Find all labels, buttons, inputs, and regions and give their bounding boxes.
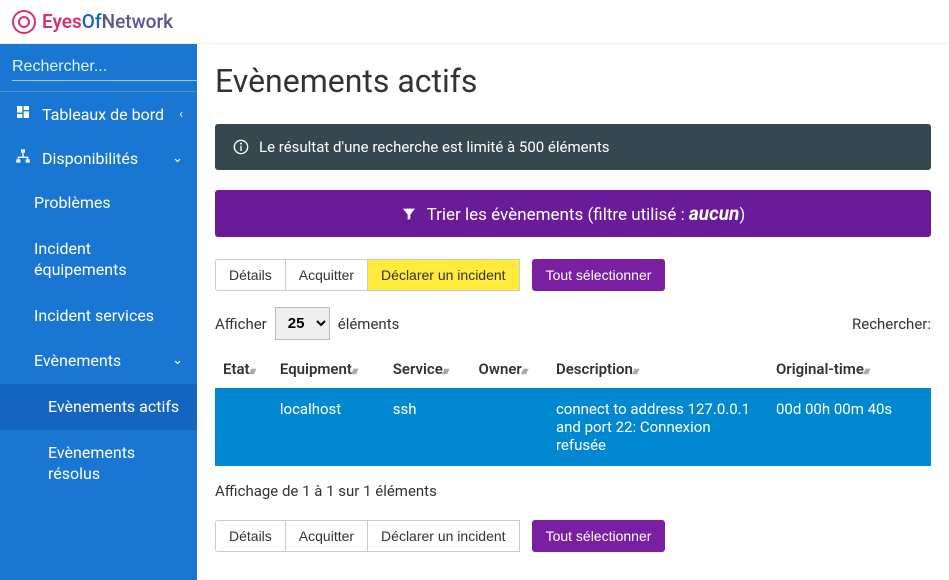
select-all-button[interactable]: Tout sélectionner bbox=[532, 520, 666, 552]
eye-icon bbox=[12, 10, 36, 34]
show-entries: Afficher 25 éléments bbox=[215, 307, 399, 340]
table-controls: Afficher 25 éléments Rechercher: bbox=[215, 307, 931, 340]
ack-button[interactable]: Acquitter bbox=[286, 520, 368, 552]
action-buttons-bottom: Détails Acquitter Déclarer un incident T… bbox=[215, 520, 931, 552]
action-buttons-top: Détails Acquitter Déclarer un incident T… bbox=[215, 259, 931, 291]
cell-equipment: localhost bbox=[272, 388, 385, 466]
sidebar-item-events[interactable]: Evènements ⌄ bbox=[0, 338, 197, 384]
cell-service: ssh bbox=[385, 388, 471, 466]
sidebar-item-resolved-events[interactable]: Evènements résolus bbox=[0, 430, 197, 497]
sidebar-item-incident-equip[interactable]: Incident équipements bbox=[0, 226, 197, 293]
details-button[interactable]: Détails bbox=[215, 259, 286, 291]
info-icon bbox=[233, 139, 249, 155]
show-suffix: éléments bbox=[338, 315, 400, 333]
sidebar-item-availability[interactable]: Disponibilités ⌄ bbox=[0, 136, 197, 180]
sitemap-icon bbox=[14, 148, 32, 168]
chevron-down-icon: ⌄ bbox=[172, 352, 183, 370]
main-content: Evènements actifs Le résultat d'une rech… bbox=[197, 44, 949, 580]
ack-button[interactable]: Acquitter bbox=[286, 259, 368, 291]
app-header: EyesOfNetwork bbox=[0, 0, 949, 44]
select-all-button[interactable]: Tout sélectionner bbox=[532, 259, 666, 291]
sidebar-search bbox=[0, 44, 197, 92]
chevron-down-icon: ⌄ bbox=[172, 151, 183, 166]
search-input[interactable] bbox=[12, 54, 197, 81]
sidebar-item-label: Evènements bbox=[34, 350, 121, 372]
details-button[interactable]: Détails bbox=[215, 520, 286, 552]
declare-incident-button[interactable]: Déclarer un incident bbox=[368, 259, 520, 291]
col-etat[interactable]: Etat bbox=[215, 350, 272, 388]
sidebar-item-label: Tableaux de bord bbox=[42, 105, 164, 124]
sidebar-item-incident-services[interactable]: Incident services bbox=[0, 293, 197, 339]
events-table: Etat Equipment Service Owner Description… bbox=[215, 350, 931, 466]
table-info: Affichage de 1 à 1 sur 1 éléments bbox=[215, 482, 931, 500]
chevron-left-icon: ‹ bbox=[179, 107, 183, 122]
brand-logo[interactable]: EyesOfNetwork bbox=[12, 10, 173, 34]
show-select[interactable]: 25 bbox=[275, 307, 330, 340]
sidebar-item-label: Disponibilités bbox=[42, 149, 138, 168]
filter-icon bbox=[401, 206, 417, 222]
cell-owner bbox=[471, 388, 548, 466]
col-owner[interactable]: Owner bbox=[471, 350, 548, 388]
cell-description: connect to address 127.0.0.1 and port 22… bbox=[548, 388, 768, 466]
sidebar-item-problems[interactable]: Problèmes bbox=[0, 180, 197, 226]
col-service[interactable]: Service bbox=[385, 350, 471, 388]
dashboard-icon bbox=[14, 104, 32, 124]
cell-time: 00d 00h 00m 40s bbox=[768, 388, 931, 466]
col-equipment[interactable]: Equipment bbox=[272, 350, 385, 388]
table-search-label: Rechercher: bbox=[852, 315, 931, 333]
sidebar-item-active-events[interactable]: Evènements actifs bbox=[0, 384, 197, 430]
info-text: Le résultat d'une recherche est limité à… bbox=[259, 138, 610, 156]
page-title: Evènements actifs bbox=[215, 62, 931, 100]
filter-text: Trier les évènements (filtre utilisé : a… bbox=[427, 205, 746, 225]
sidebar-item-dashboards[interactable]: Tableaux de bord ‹ bbox=[0, 92, 197, 136]
sidebar: Tableaux de bord ‹ Disponibilités ⌄ Prob… bbox=[0, 44, 197, 580]
col-time[interactable]: Original-time bbox=[768, 350, 931, 388]
declare-incident-button[interactable]: Déclarer un incident bbox=[368, 520, 520, 552]
col-description[interactable]: Description bbox=[548, 350, 768, 388]
show-label: Afficher bbox=[215, 315, 267, 333]
brand-text: EyesOfNetwork bbox=[42, 10, 173, 33]
cell-etat bbox=[215, 388, 272, 466]
table-row[interactable]: localhost ssh connect to address 127.0.0… bbox=[215, 388, 931, 466]
filter-bar[interactable]: Trier les évènements (filtre utilisé : a… bbox=[215, 190, 931, 237]
info-banner: Le résultat d'une recherche est limité à… bbox=[215, 124, 931, 170]
